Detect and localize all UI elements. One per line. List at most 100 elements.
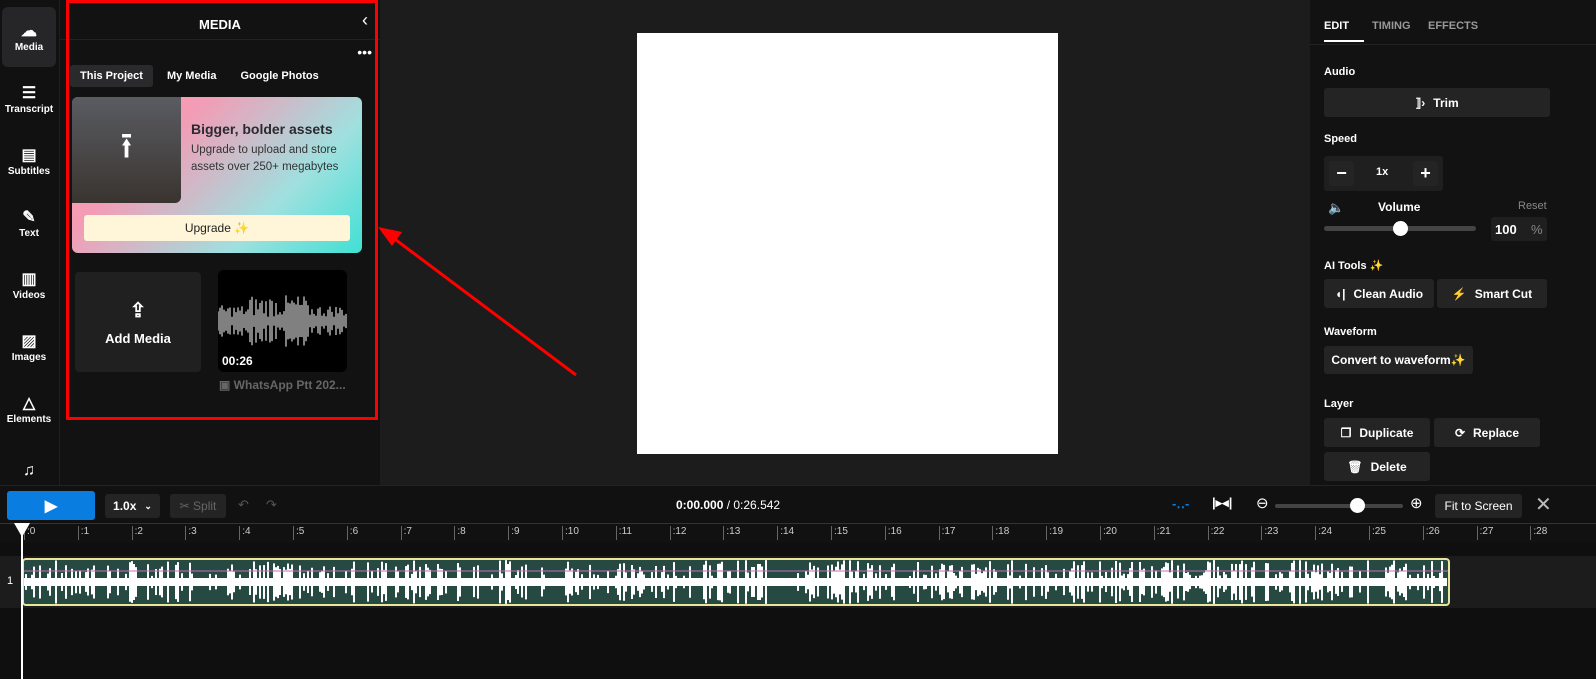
zoom-slider-thumb[interactable] [1350,498,1365,513]
nav-icon: △ [22,394,36,412]
timeline-ruler[interactable]: :0:1:2:3:4:5:6:7:8:9:10:11:12:13:14:15:1… [0,523,1596,543]
ruler-tick: :2 [131,526,143,540]
ruler-tick: :11 [615,526,632,540]
play-button[interactable]: ▶ [7,491,95,520]
ruler-tick: :20 [1100,526,1117,540]
ruler-tick: :19 [1046,526,1063,540]
ruler-tick: :18 [992,526,1009,540]
speed-decrease-button[interactable]: − [1329,161,1354,186]
ruler-tick: :26 [1422,526,1440,540]
ruler-tick: :4 [239,526,251,540]
ruler-tick: :21 [1153,526,1171,540]
fit-gap-icon[interactable]: |▸◂| [1212,495,1232,511]
sidebar-item-media[interactable]: ☁ Media [2,7,56,67]
speed-dropdown-value: 1.0x [113,499,137,513]
speed-increase-button[interactable]: + [1413,161,1438,186]
sidebar-item-elements[interactable]: △ Elements [2,379,56,439]
tab-effects[interactable]: EFFECTS [1428,20,1478,32]
nav-label: Text [19,227,39,239]
waveform-label: Waveform [1324,326,1377,338]
sidebar-item-transcript[interactable]: ☰ Transcript [2,69,56,129]
snap-icon[interactable]: -‥- [1172,496,1189,512]
audio-clip[interactable] [22,558,1450,606]
delete-button[interactable]: 🗑 Delete [1324,452,1430,481]
nav-icon: ☁ [21,22,37,40]
timeline-toolbar: ▶ 1.0x ⌄ ✂ Split ↶ ↷ 0:00.000 / 0:26.542 … [0,485,1596,523]
speed-dropdown[interactable]: 1.0x ⌄ [105,494,160,518]
audio-label: Audio [1324,66,1356,78]
zoom-out-icon[interactable]: ⊖ [1256,494,1269,512]
clean-audio-button[interactable]: ◖| Clean Audio [1324,279,1434,308]
volume-slider-thumb[interactable] [1393,221,1408,236]
undo-icon[interactable]: ↶ [238,497,249,513]
volume-input[interactable]: 100 % [1491,217,1547,241]
current-time: 0:00.000 [676,498,724,512]
trash-icon: 🗑 [1347,459,1363,474]
sidebar-item-videos[interactable]: ▥ Videos [2,255,56,315]
ruler-tick: :27 [1476,526,1494,540]
total-time: / 0:26.542 [723,498,781,512]
ruler-tick: :3 [185,526,197,540]
volume-value: 100 [1495,222,1517,237]
nav-label: Transcript [4,103,54,115]
smart-cut-label: Smart Cut [1474,286,1533,301]
sidebar-item-images[interactable]: ▨ Images [2,317,56,377]
nav-icon: ▤ [21,146,37,164]
fit-to-screen-button[interactable]: Fit to Screen [1435,494,1522,518]
smart-cut-button[interactable]: ⚡ Smart Cut [1437,279,1547,308]
nav-icon: ▥ [21,270,37,288]
layer-label: Layer [1324,398,1354,410]
sidebar-item-text[interactable]: ✎ Text [2,193,56,253]
ruler-tick: :22 [1207,526,1225,540]
duplicate-button[interactable]: ❐ Duplicate [1324,418,1430,447]
ruler-tick: :5 [293,526,304,540]
clip-waveform [24,560,1448,604]
nav-icon: ✎ [22,208,36,226]
ruler-tick: :10 [562,526,579,540]
ruler-tick: :25 [1369,526,1386,540]
ai-tools-label: AI Tools ✨ [1324,260,1384,272]
ruler-tick: :24 [1315,526,1332,540]
nav-label: Subtitles [7,165,51,177]
zoom-in-icon[interactable]: ⊕ [1410,494,1423,512]
playhead-handle[interactable] [14,523,30,537]
ruler-tick: :7 [400,526,412,540]
nav-label: Elements [6,413,52,425]
redo-icon[interactable]: ↷ [266,497,277,513]
ruler-tick: :6 [346,526,358,540]
ruler-tick: :16 [884,526,902,540]
ruler-tick: :9 [508,526,520,540]
trim-button[interactable]: ⟧› Trim [1324,88,1550,117]
tab-edit[interactable]: EDIT [1324,20,1349,32]
ruler-tick: :13 [723,526,740,540]
nav-label: Media [14,41,44,53]
zoom-slider[interactable] [1275,504,1403,508]
duplicate-icon: ❐ [1340,425,1352,440]
track-number: 1 [7,575,14,587]
chevron-down-icon: ⌄ [144,500,152,511]
nav-label: Images [11,351,47,363]
nav-label: Videos [12,289,46,301]
playhead[interactable] [21,523,23,679]
tab-timing[interactable]: TIMING [1372,20,1411,32]
ruler-tick: :15 [831,526,848,540]
volume-label: Volume [1378,200,1421,214]
trim-icon: ⟧› [1415,95,1426,110]
clean-audio-label: Clean Audio [1353,286,1424,301]
nav-icon: ▨ [21,332,37,350]
sidebar-item-subtitles[interactable]: ▤ Subtitles [2,131,56,191]
replace-button[interactable]: ⟳ Replace [1434,418,1540,447]
convert-waveform-button[interactable]: Convert to waveform✨ [1324,346,1473,374]
split-button[interactable]: ✂ Split [170,494,226,518]
trim-label: Trim [1433,95,1459,110]
close-icon[interactable]: ✕ [1535,492,1552,517]
reset-button[interactable]: Reset [1518,200,1547,212]
percent-sign: % [1531,222,1543,237]
properties-panel: EDIT TIMING EFFECTS Audio ⟧› Trim Speed −… [1310,0,1596,485]
volume-icon: 🔈 [1328,200,1345,215]
delete-label: Delete [1370,459,1407,474]
canvas[interactable] [637,33,1058,454]
duplicate-label: Duplicate [1359,425,1414,440]
ruler-tick: :17 [938,526,956,540]
speed-value: 1x [1376,166,1389,178]
